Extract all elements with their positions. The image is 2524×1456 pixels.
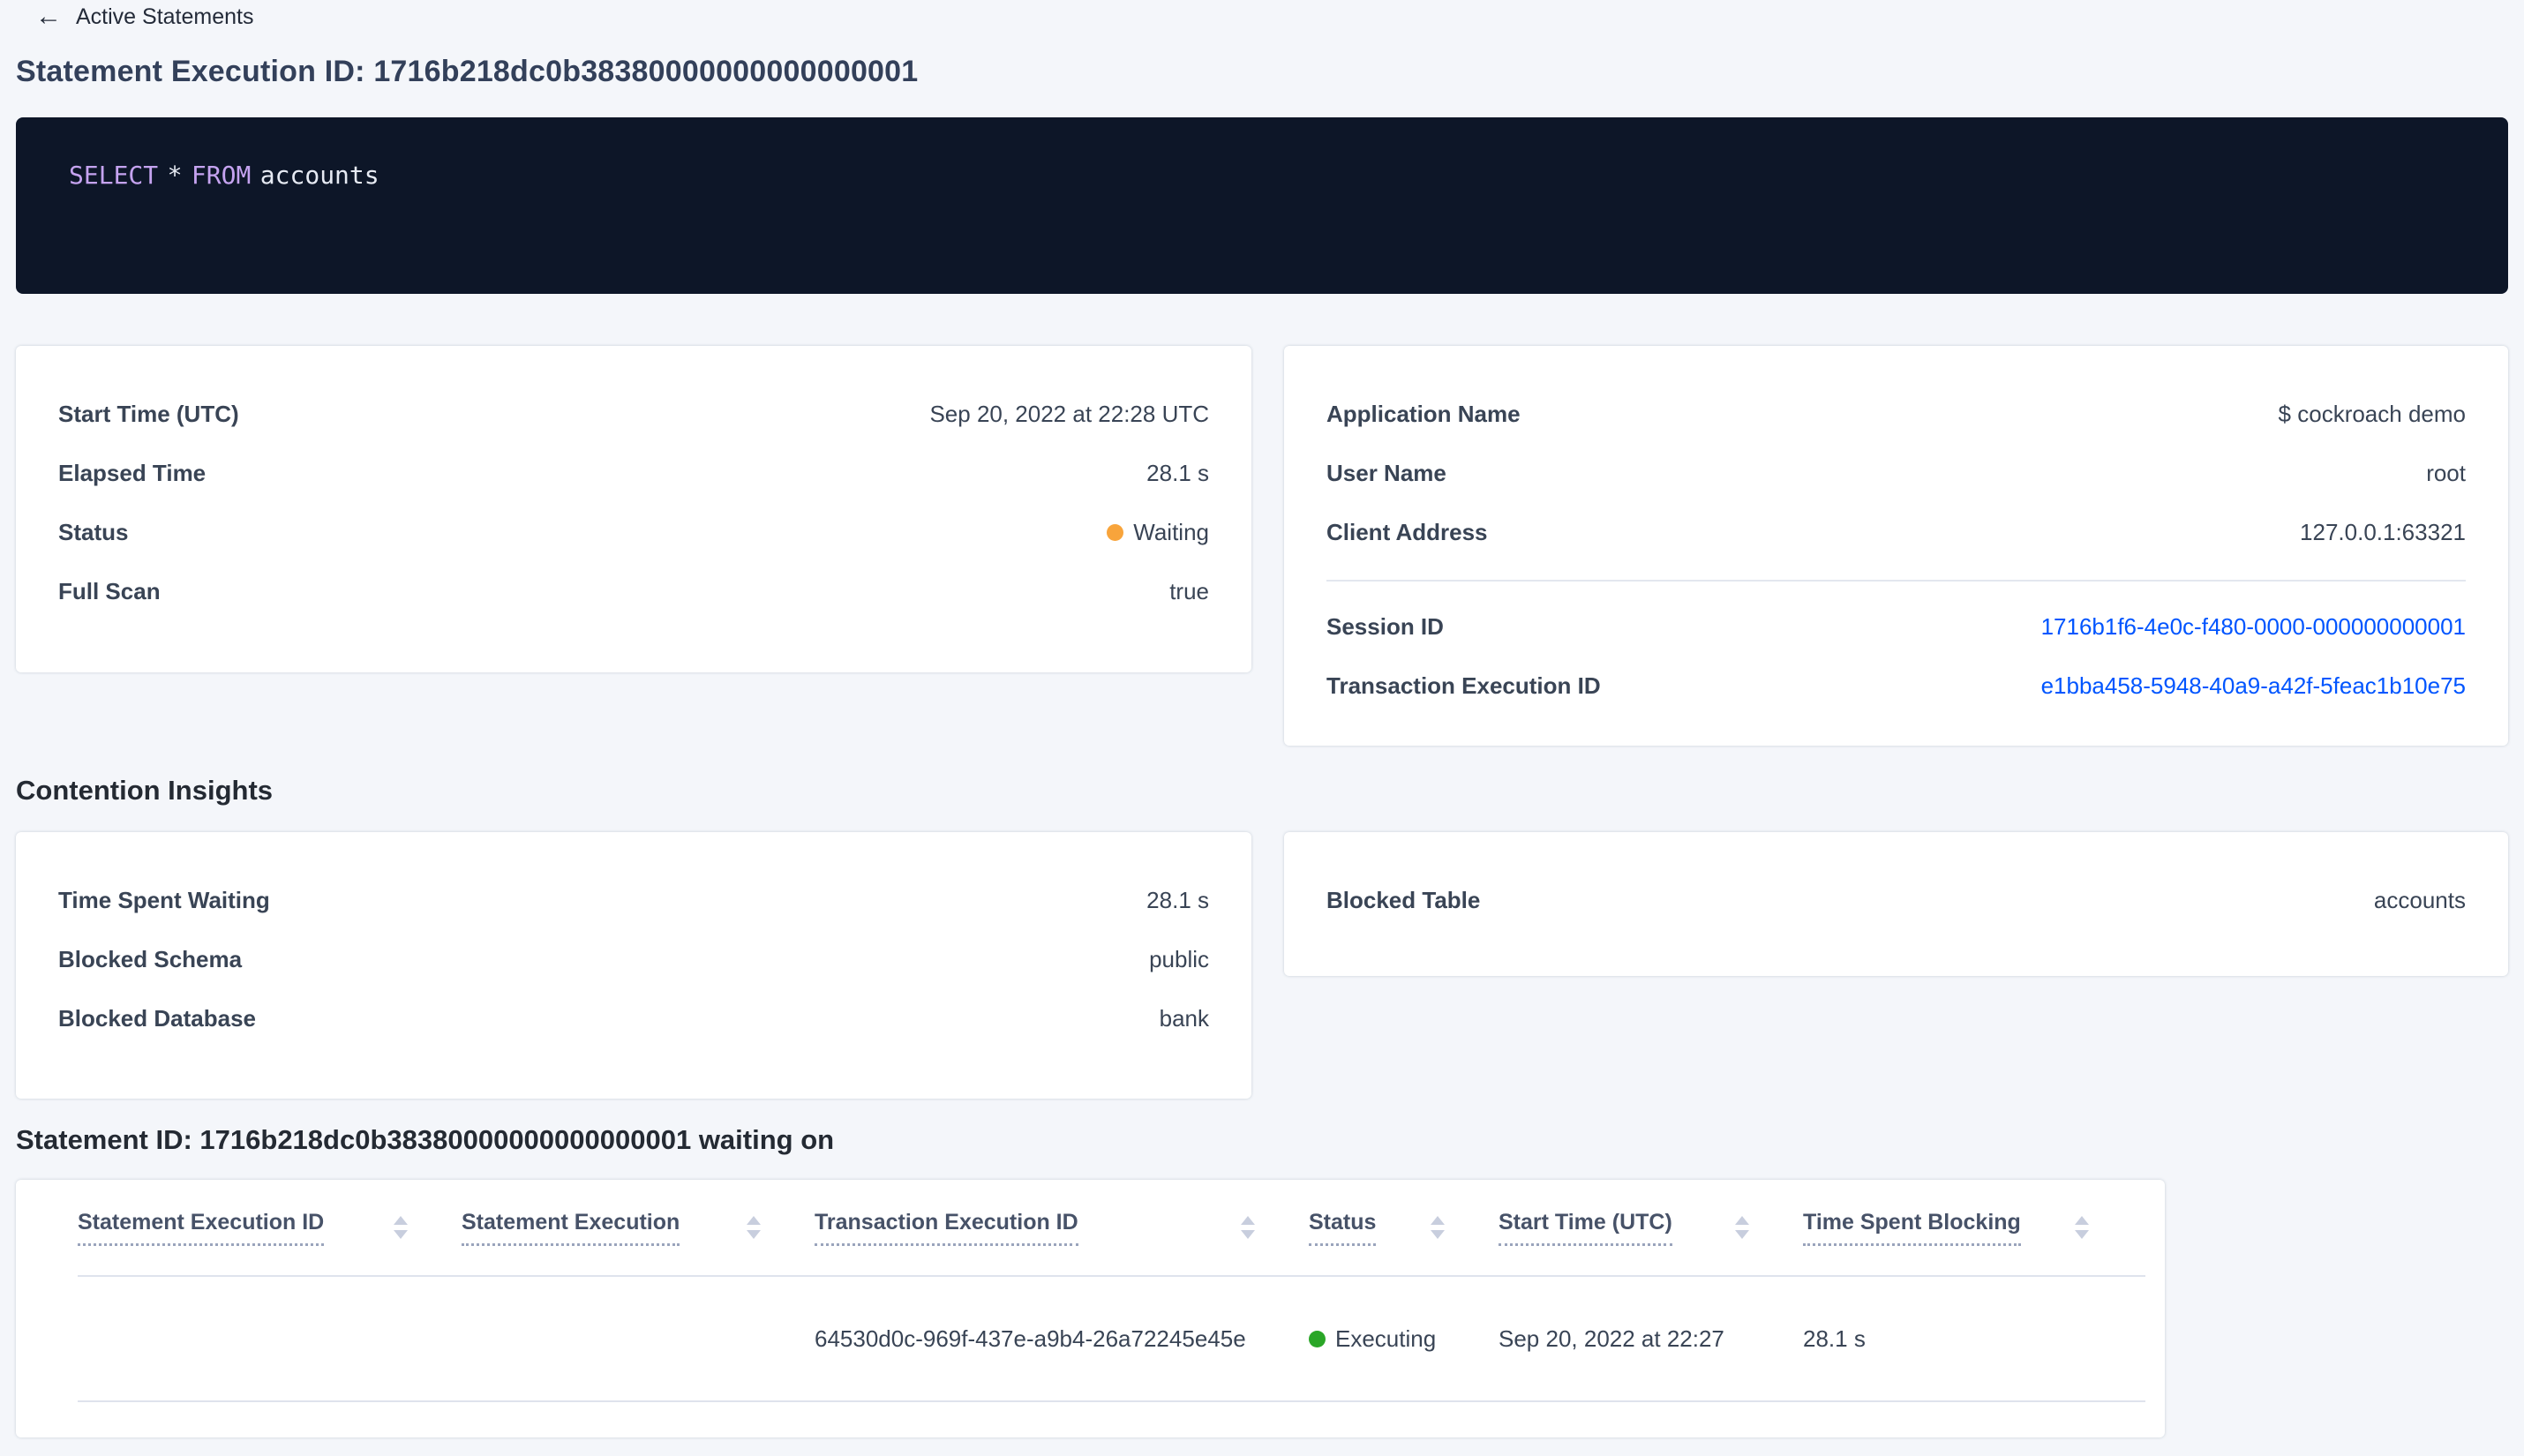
row-session-id: Session ID 1716b1f6-4e0c-f480-0000-00000…	[1326, 597, 2466, 657]
breadcrumb-back-link[interactable]: ← Active Statements	[35, 4, 253, 30]
session-card-divider	[1326, 580, 2466, 582]
blocked-database-value: bank	[1159, 1005, 1209, 1032]
blocked-table-value: accounts	[2373, 887, 2466, 913]
back-arrow-icon: ←	[35, 2, 62, 31]
overview-card: Start Time (UTC) Sep 20, 2022 at 22:28 U…	[16, 346, 1251, 672]
waiting-status-dot-icon	[1107, 524, 1124, 541]
start-time-value: Sep 20, 2022 at 22:28 UTC	[929, 401, 1209, 427]
column-header-start-time[interactable]: Start Time (UTC)	[1468, 1180, 1772, 1275]
sort-up-arrow-icon	[1735, 1216, 1749, 1225]
sort-down-arrow-icon	[1241, 1230, 1255, 1239]
cell-start-time: Sep 20, 2022 at 22:27	[1499, 1325, 1724, 1352]
column-header-time-spent-blocking[interactable]: Time Spent Blocking	[1772, 1180, 2112, 1275]
executing-status-dot-icon	[1309, 1330, 1326, 1347]
column-header-label[interactable]: Statement Execution ID	[78, 1210, 325, 1246]
row-elapsed-time: Elapsed Time 28.1 s	[58, 444, 1209, 503]
user-name-value: root	[2426, 460, 2466, 486]
elapsed-time-value: 28.1 s	[1146, 460, 1209, 486]
waiting-on-heading: Statement ID: 1716b218dc0b38380000000000…	[16, 1124, 835, 1155]
column-header-label[interactable]: Time Spent Blocking	[1803, 1210, 2021, 1246]
column-header-label[interactable]: Start Time (UTC)	[1499, 1210, 1672, 1246]
sort-icon[interactable]	[747, 1216, 761, 1239]
row-blocked-schema: Blocked Schema public	[58, 930, 1209, 989]
sql-text: accounts	[259, 161, 379, 190]
cell-transaction-execution-id: 64530d0c-969f-437e-a9b4-26a72245e45e	[815, 1325, 1246, 1352]
table-row: 64530d0c-969f-437e-a9b4-26a72245e45e Exe…	[78, 1277, 2145, 1402]
column-header-statement-execution[interactable]: Statement Execution	[431, 1180, 784, 1275]
status-label: Status	[58, 519, 129, 545]
session-id-link[interactable]: 1716b1f6-4e0c-f480-0000-000000000001	[2041, 613, 2466, 641]
sort-down-arrow-icon	[2075, 1230, 2089, 1239]
cell-status-value: Executing	[1335, 1325, 1437, 1352]
application-name-value: $ cockroach demo	[2278, 401, 2466, 427]
application-name-label: Application Name	[1326, 401, 1521, 427]
transaction-execution-id-label: Transaction Execution ID	[1326, 672, 1601, 699]
row-blocked-table: Blocked Table accounts	[1326, 871, 2466, 930]
time-spent-waiting-label: Time Spent Waiting	[58, 887, 270, 913]
column-header-status[interactable]: Status	[1278, 1180, 1468, 1275]
session-id-label: Session ID	[1326, 613, 1444, 640]
column-header-label[interactable]: Statement Execution	[462, 1210, 680, 1246]
elapsed-time-label: Elapsed Time	[58, 460, 207, 486]
row-start-time: Start Time (UTC) Sep 20, 2022 at 22:28 U…	[58, 385, 1209, 444]
cell-status: Executing	[1278, 1325, 1468, 1353]
row-application-name: Application Name $ cockroach demo	[1326, 385, 2466, 444]
row-time-spent-waiting: Time Spent Waiting 28.1 s	[58, 871, 1209, 930]
sort-icon[interactable]	[2075, 1216, 2089, 1239]
sort-up-arrow-icon	[1431, 1216, 1445, 1225]
row-status: Status Waiting	[58, 503, 1209, 562]
sort-icon[interactable]	[1431, 1216, 1445, 1239]
table-header-row: Statement Execution ID Statement Executi…	[78, 1180, 2145, 1277]
sort-up-arrow-icon	[1241, 1216, 1255, 1225]
row-client-address: Client Address 127.0.0.1:63321	[1326, 503, 2466, 562]
blocked-table-label: Blocked Table	[1326, 887, 1481, 913]
row-full-scan: Full Scan true	[58, 562, 1209, 621]
breadcrumb-label: Active Statements	[76, 4, 254, 29]
blocked-schema-label: Blocked Schema	[58, 946, 243, 972]
time-spent-waiting-value: 28.1 s	[1146, 887, 1209, 913]
blocked-schema-value: public	[1149, 946, 1209, 972]
start-time-label: Start Time (UTC)	[58, 401, 239, 427]
sql-keyword: FROM	[191, 161, 252, 190]
contention-right-card: Blocked Table accounts	[1284, 832, 2508, 976]
column-header-label[interactable]: Transaction Execution ID	[815, 1210, 1078, 1246]
sort-icon[interactable]	[1241, 1216, 1255, 1239]
sort-down-arrow-icon	[394, 1230, 408, 1239]
client-address-value: 127.0.0.1:63321	[2300, 519, 2466, 545]
sql-keyword: SELECT	[69, 161, 159, 190]
sql-statement-box: SELECT * FROM accounts	[16, 117, 2508, 294]
column-header-label[interactable]: Status	[1309, 1210, 1377, 1246]
client-address-label: Client Address	[1326, 519, 1488, 545]
sort-down-arrow-icon	[1431, 1230, 1445, 1239]
contention-left-card: Time Spent Waiting 28.1 s Blocked Schema…	[16, 832, 1251, 1099]
status-badge: Waiting	[1107, 519, 1209, 546]
full-scan-label: Full Scan	[58, 578, 161, 604]
sort-icon[interactable]	[394, 1216, 408, 1239]
transaction-execution-id-link[interactable]: e1bba458-5948-40a9-a42f-5feac1b10e75	[2041, 672, 2466, 700]
sql-text: *	[167, 161, 183, 190]
sort-down-arrow-icon	[1735, 1230, 1749, 1239]
blocked-database-label: Blocked Database	[58, 1005, 256, 1032]
page-title: Statement Execution ID: 1716b218dc0b3838…	[16, 55, 919, 88]
sort-up-arrow-icon	[2075, 1216, 2089, 1225]
column-header-statement-execution-id[interactable]: Statement Execution ID	[78, 1180, 431, 1275]
full-scan-value: true	[1169, 578, 1209, 604]
row-blocked-database: Blocked Database bank	[58, 989, 1209, 1048]
sort-up-arrow-icon	[394, 1216, 408, 1225]
contention-insights-heading: Contention Insights	[16, 775, 274, 806]
sort-icon[interactable]	[1735, 1216, 1749, 1239]
row-user-name: User Name root	[1326, 444, 2466, 503]
sort-up-arrow-icon	[747, 1216, 761, 1225]
session-card: Application Name $ cockroach demo User N…	[1284, 346, 2508, 746]
waiting-on-table-card: Statement Execution ID Statement Executi…	[16, 1180, 2165, 1437]
row-transaction-execution-id: Transaction Execution ID e1bba458-5948-4…	[1326, 657, 2466, 716]
user-name-label: User Name	[1326, 460, 1446, 486]
status-value: Waiting	[1133, 519, 1209, 545]
cell-time-spent-blocking: 28.1 s	[1803, 1325, 1866, 1352]
column-header-transaction-execution-id[interactable]: Transaction Execution ID	[784, 1180, 1278, 1275]
sort-down-arrow-icon	[747, 1230, 761, 1239]
